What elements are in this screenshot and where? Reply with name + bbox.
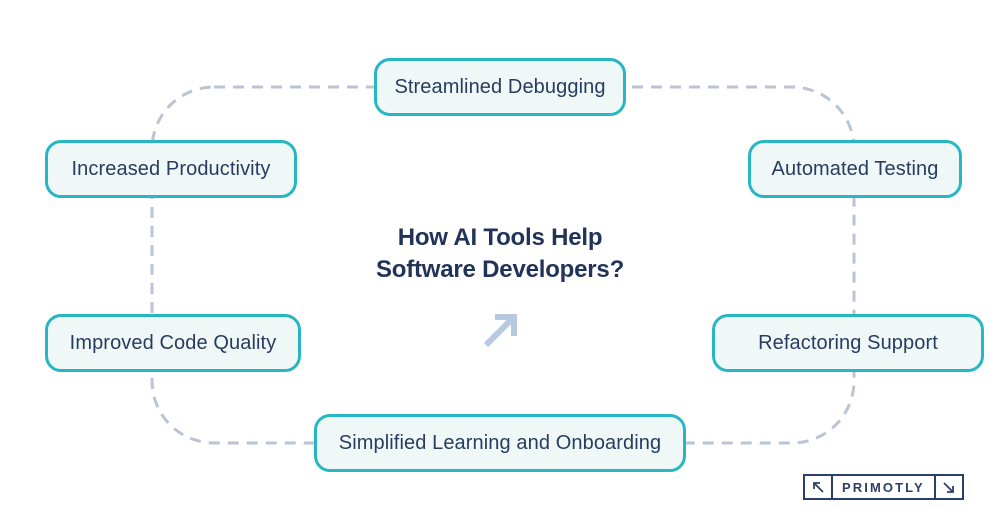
- arrow-up-left-icon: [805, 476, 831, 498]
- center-block: How AI Tools Help Software Developers?: [350, 222, 650, 354]
- arrow-up-right-icon: [350, 308, 650, 354]
- node-refactoring-support[interactable]: Refactoring Support: [712, 314, 984, 372]
- primotly-logo: PRIMOTLY: [803, 474, 964, 500]
- diagram-title: How AI Tools Help Software Developers?: [375, 224, 625, 284]
- logo-wordmark: PRIMOTLY: [842, 479, 925, 495]
- node-automated-testing[interactable]: Automated Testing: [748, 140, 962, 198]
- node-label: Increased Productivity: [71, 157, 271, 180]
- node-increased-productivity[interactable]: Increased Productivity: [45, 140, 297, 198]
- node-label: Refactoring Support: [758, 331, 938, 354]
- node-label: Improved Code Quality: [69, 331, 277, 354]
- node-simplified-learning-and-onboarding[interactable]: Simplified Learning and Onboarding: [314, 414, 686, 472]
- node-improved-code-quality[interactable]: Improved Code Quality: [45, 314, 301, 372]
- node-streamlined-debugging[interactable]: Streamlined Debugging: [374, 58, 626, 116]
- node-label: Simplified Learning and Onboarding: [338, 431, 662, 454]
- logo-wordmark-cell: PRIMOTLY: [831, 476, 936, 498]
- diagram-canvas: Streamlined Debugging Increased Producti…: [0, 0, 1000, 524]
- node-label: Streamlined Debugging: [394, 75, 606, 98]
- node-label: Automated Testing: [771, 157, 939, 180]
- arrow-down-right-icon: [936, 476, 962, 498]
